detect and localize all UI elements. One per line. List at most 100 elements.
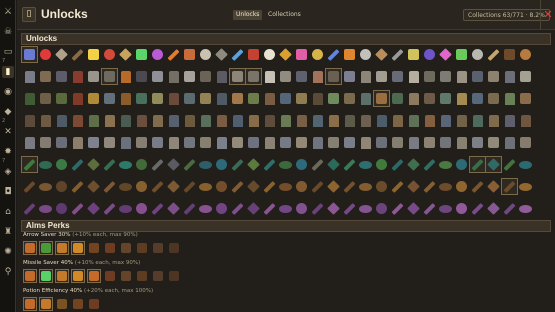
perk-tier[interactable] [103, 241, 117, 255]
unlock-item[interactable] [245, 46, 262, 63]
sidebar-item-8[interactable]: ✸ [2, 146, 14, 158]
unlock-item[interactable] [261, 90, 278, 107]
unlock-item[interactable] [421, 68, 438, 85]
unlock-item[interactable] [229, 112, 246, 129]
perk-tier[interactable] [39, 241, 53, 255]
unlock-item[interactable] [357, 46, 374, 63]
unlock-item[interactable] [213, 68, 230, 85]
unlock-item[interactable] [517, 90, 534, 107]
unlock-item[interactable] [85, 134, 102, 151]
unlock-item[interactable] [197, 200, 214, 217]
unlock-item[interactable] [21, 112, 38, 129]
unlock-item[interactable] [293, 178, 310, 195]
unlock-item[interactable] [85, 90, 102, 107]
unlock-item[interactable] [357, 68, 374, 85]
unlock-item[interactable] [309, 134, 326, 151]
unlock-item[interactable] [261, 200, 278, 217]
unlock-item[interactable] [117, 156, 134, 173]
perk-tier[interactable] [103, 269, 117, 283]
unlock-item[interactable] [245, 68, 262, 85]
unlock-item[interactable] [341, 68, 358, 85]
unlock-item[interactable] [517, 134, 534, 151]
unlock-item[interactable] [293, 156, 310, 173]
unlock-item[interactable] [405, 112, 422, 129]
unlock-item[interactable] [165, 134, 182, 151]
unlock-item[interactable] [421, 46, 438, 63]
unlock-item[interactable] [21, 134, 38, 151]
perk-tier[interactable] [151, 241, 165, 255]
unlock-item[interactable] [405, 68, 422, 85]
unlock-item[interactable] [485, 178, 502, 195]
unlock-item[interactable] [517, 112, 534, 129]
unlock-item[interactable] [53, 68, 70, 85]
unlock-item[interactable] [405, 134, 422, 151]
unlock-item[interactable] [245, 112, 262, 129]
sidebar-item-7[interactable]: ✕ [2, 126, 14, 138]
unlock-item[interactable] [53, 178, 70, 195]
unlock-item[interactable] [517, 200, 534, 217]
unlock-item[interactable] [149, 178, 166, 195]
unlock-item[interactable] [229, 200, 246, 217]
unlock-item[interactable] [501, 46, 518, 63]
unlock-item[interactable] [309, 90, 326, 107]
unlock-item[interactable] [501, 178, 518, 195]
unlock-item[interactable] [213, 46, 230, 63]
close-button[interactable]: ✕ [540, 0, 555, 30]
unlock-item[interactable] [197, 46, 214, 63]
unlock-item[interactable] [149, 134, 166, 151]
unlock-item[interactable] [421, 90, 438, 107]
sidebar-item-14[interactable]: ⚲ [2, 266, 14, 278]
unlock-item[interactable] [21, 46, 38, 63]
unlock-item[interactable] [181, 200, 198, 217]
unlock-item[interactable] [85, 156, 102, 173]
unlock-item[interactable] [69, 134, 86, 151]
unlock-item[interactable] [437, 156, 454, 173]
perk-tier[interactable] [55, 269, 69, 283]
unlock-item[interactable] [309, 200, 326, 217]
unlock-item[interactable] [181, 178, 198, 195]
unlock-item[interactable] [165, 112, 182, 129]
perk-tier[interactable] [55, 241, 69, 255]
unlock-item[interactable] [37, 90, 54, 107]
unlock-item[interactable] [165, 90, 182, 107]
unlock-item[interactable] [213, 112, 230, 129]
unlock-item[interactable] [149, 112, 166, 129]
perk-tier[interactable] [135, 269, 149, 283]
unlock-item[interactable] [373, 68, 390, 85]
perk-tier[interactable] [119, 269, 133, 283]
unlock-item[interactable] [37, 112, 54, 129]
unlock-item[interactable] [389, 156, 406, 173]
unlock-item[interactable] [117, 200, 134, 217]
unlock-item[interactable] [293, 68, 310, 85]
unlock-item[interactable] [469, 200, 486, 217]
unlock-item[interactable] [341, 46, 358, 63]
unlock-item[interactable] [485, 156, 502, 173]
unlock-item[interactable] [37, 178, 54, 195]
unlock-item[interactable] [389, 200, 406, 217]
unlock-item[interactable] [261, 134, 278, 151]
perk-tier[interactable] [87, 297, 101, 311]
unlock-item[interactable] [517, 178, 534, 195]
unlock-item[interactable] [341, 112, 358, 129]
unlock-item[interactable] [437, 46, 454, 63]
unlock-item[interactable] [293, 200, 310, 217]
unlock-item[interactable] [117, 134, 134, 151]
unlock-item[interactable] [373, 46, 390, 63]
unlock-item[interactable] [421, 134, 438, 151]
unlock-item[interactable] [485, 46, 502, 63]
unlock-item[interactable] [389, 178, 406, 195]
unlock-item[interactable] [277, 90, 294, 107]
unlock-item[interactable] [293, 112, 310, 129]
unlock-item[interactable] [117, 112, 134, 129]
unlock-item[interactable] [133, 46, 150, 63]
unlock-item[interactable] [421, 178, 438, 195]
unlock-item[interactable] [373, 178, 390, 195]
unlock-item[interactable] [389, 68, 406, 85]
unlock-item[interactable] [261, 46, 278, 63]
unlock-item[interactable] [501, 200, 518, 217]
unlock-item[interactable] [229, 134, 246, 151]
unlock-item[interactable] [341, 156, 358, 173]
unlock-item[interactable] [421, 200, 438, 217]
unlock-item[interactable] [309, 46, 326, 63]
unlock-item[interactable] [69, 90, 86, 107]
